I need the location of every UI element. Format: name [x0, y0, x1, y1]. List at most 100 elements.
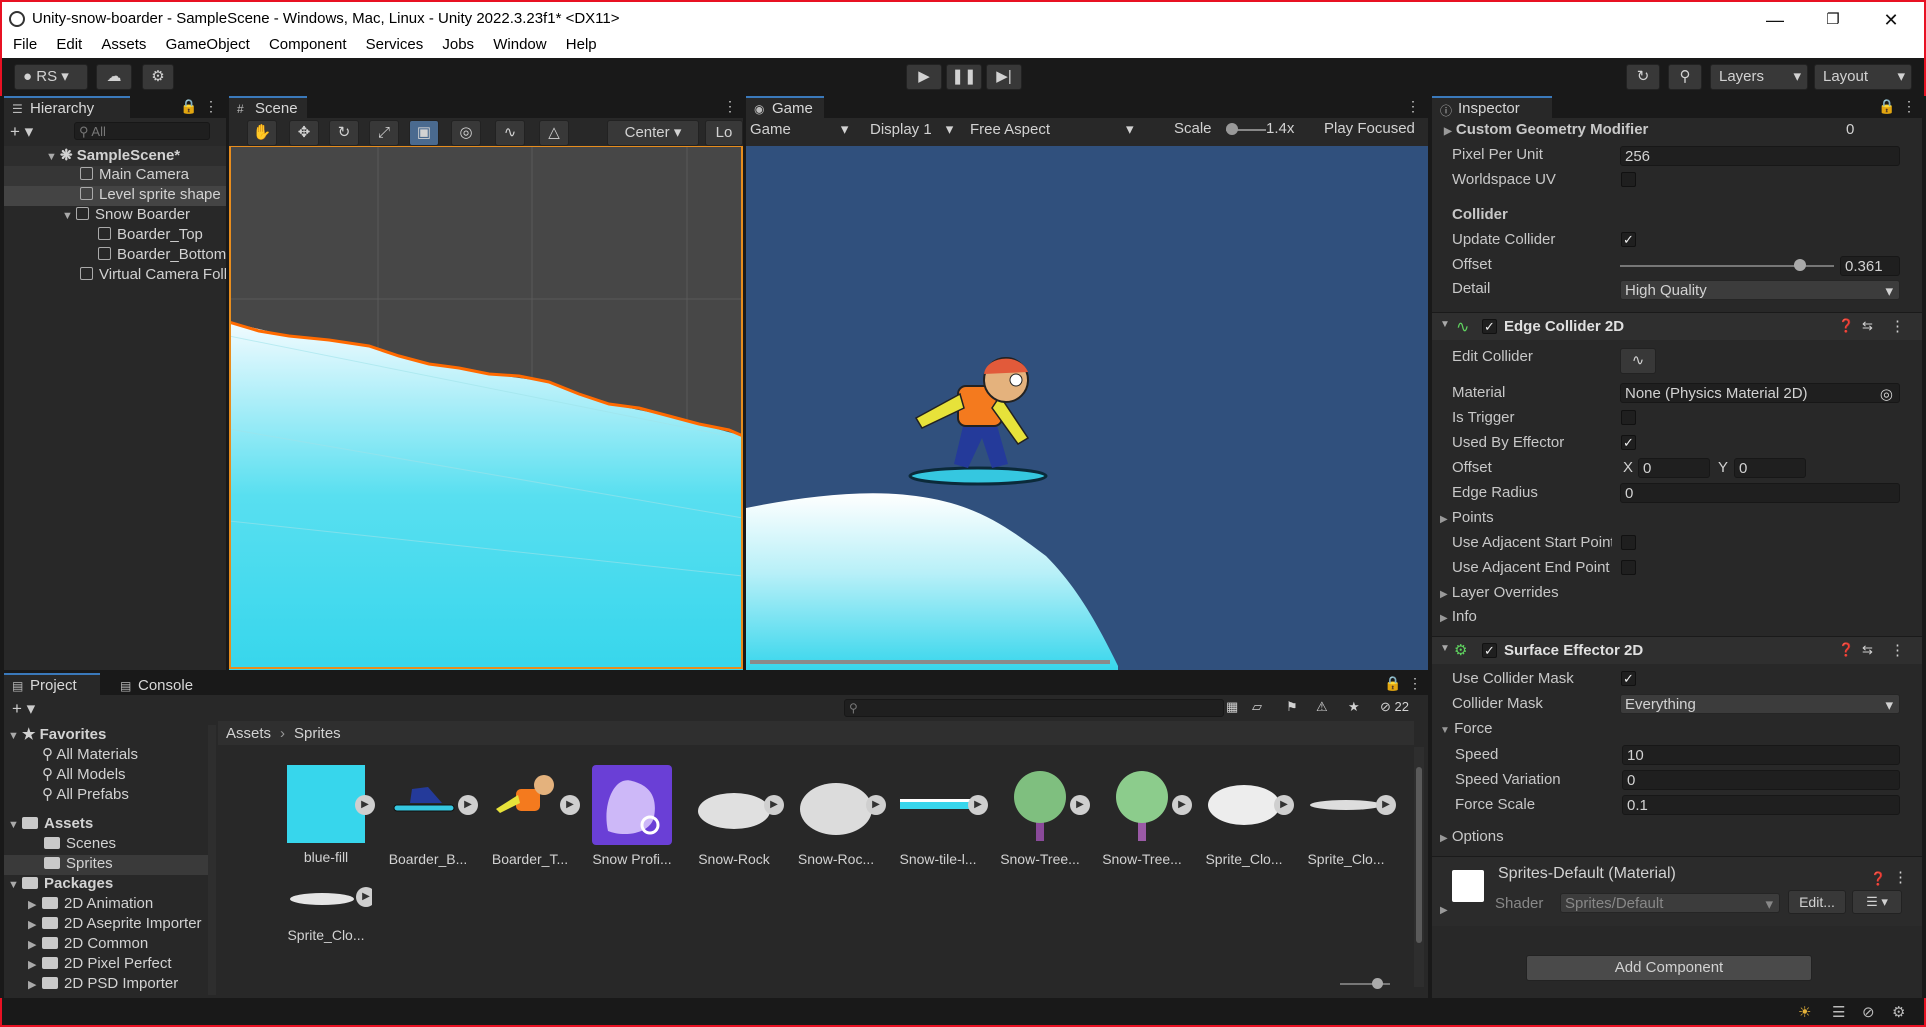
expand-icon[interactable]: ▼	[62, 210, 76, 222]
scene-root[interactable]: ▼ ❋ SampleScene*	[4, 146, 226, 166]
tab-game[interactable]: ◉ Game	[746, 96, 824, 118]
package-item[interactable]: ▶ 2D Aseprite Importer	[28, 915, 202, 935]
force-foldout[interactable]: ▼ Force	[1440, 720, 1492, 742]
help-icon[interactable]: ❓	[1838, 642, 1854, 658]
foldout-icon[interactable]: ▼	[1440, 725, 1450, 736]
expand-icon[interactable]: ▶	[28, 898, 42, 911]
expand-sprite-icon[interactable]: ▶	[1172, 795, 1192, 815]
expand-sprite-icon[interactable]: ▶	[458, 795, 478, 815]
lock-icon[interactable]: 🔒	[1384, 675, 1401, 692]
aspect-dropdown[interactable]: Free Aspect ▾	[970, 120, 1134, 138]
package-item[interactable]: ▶ 2D Common	[28, 935, 148, 955]
favorites-section[interactable]: ▼ ★ Favorites	[8, 725, 106, 745]
menu-jobs[interactable]: Jobs	[442, 34, 474, 53]
preset-icon[interactable]: ⇆	[1862, 318, 1873, 334]
play-focused-dropdown[interactable]: Play Focused	[1324, 120, 1415, 137]
tab-hierarchy[interactable]: ☰ Hierarchy	[4, 96, 130, 118]
menu-file[interactable]: File	[13, 34, 37, 53]
lock-icon[interactable]: 🔒	[1878, 98, 1895, 115]
expand-icon[interactable]: ▼	[8, 730, 22, 742]
worldspace-uv-checkbox[interactable]	[1621, 172, 1636, 187]
warning-icon[interactable]: ⚠	[1316, 699, 1328, 715]
asset-snow-rock-2[interactable]: ▶ Snow-Roc...	[790, 765, 886, 867]
fav-all-materials[interactable]: ⚲ All Materials	[42, 745, 138, 765]
preset-icon[interactable]: ⇆	[1862, 642, 1873, 658]
fav-all-prefabs[interactable]: ⚲ All Prefabs	[42, 785, 129, 805]
space-dropdown[interactable]: Lo	[705, 120, 743, 146]
layers-dropdown[interactable]: Layers ▾	[1710, 64, 1808, 90]
tree-scrollbar[interactable]	[208, 725, 216, 995]
collab-icon[interactable]: ⚙	[142, 64, 174, 90]
more-icon[interactable]: ⋮	[1890, 317, 1905, 335]
foldout-icon[interactable]: ▶	[1440, 905, 1448, 916]
search-by-label-icon[interactable]: ▱	[1252, 699, 1262, 715]
rect-tool-icon[interactable]: ▣	[409, 120, 439, 146]
layout-dropdown[interactable]: Layout ▾	[1814, 64, 1912, 90]
close-icon[interactable]: ✕	[1868, 6, 1914, 34]
adj-start-checkbox[interactable]	[1621, 535, 1636, 550]
account-dropdown[interactable]: ● RS ▾	[14, 64, 88, 90]
expand-icon[interactable]: ▶	[28, 918, 42, 931]
asset-snow-tree-1[interactable]: ▶ Snow-Tree...	[994, 765, 1090, 867]
expand-icon[interactable]: ▶	[28, 958, 42, 971]
force-scale-field[interactable]: 0.1	[1622, 795, 1900, 815]
detail-dropdown[interactable]: High Quality ▾	[1620, 280, 1900, 300]
package-item[interactable]: ▶ 2D Pixel Perfect	[28, 955, 172, 975]
foldout-icon[interactable]: ▶	[1440, 613, 1448, 624]
menu-services[interactable]: Services	[366, 34, 424, 53]
expand-sprite-icon[interactable]: ▶	[356, 887, 372, 907]
custom-geometry-row[interactable]: ▶ Custom Geometry Modifier	[1444, 121, 1648, 143]
edit-collider-icon[interactable]: ∿	[1620, 348, 1656, 374]
offset-slider-thumb[interactable]	[1794, 259, 1806, 271]
tree-item-snow-boarder[interactable]: ▼ Snow Boarder	[4, 206, 226, 226]
game-mode-dropdown[interactable]: Game ▾	[750, 120, 848, 138]
history-icon[interactable]: ↻	[1626, 64, 1660, 90]
speed-field[interactable]: 10	[1622, 745, 1900, 765]
edge-collider-header[interactable]: ▼ ∿ ✓ Edge Collider 2D ❓ ⇆ ⋮	[1432, 312, 1922, 340]
foldout-icon[interactable]: ▶	[1440, 514, 1448, 525]
pixel-per-unit-field[interactable]: 256	[1620, 146, 1900, 166]
adj-end-checkbox[interactable]	[1621, 560, 1636, 575]
foldout-icon[interactable]: ▶	[1440, 589, 1448, 600]
package-item[interactable]: ▶ 2D PSD Importer	[28, 975, 178, 995]
folder-sprites[interactable]: Sprites	[4, 855, 208, 875]
expand-icon[interactable]: ▼	[8, 819, 22, 831]
add-icon[interactable]: + ▾	[10, 122, 33, 142]
expand-icon[interactable]: ▼	[46, 151, 60, 163]
expand-sprite-icon[interactable]: ▶	[866, 795, 886, 815]
network-icon[interactable]: ⊘	[1862, 1003, 1875, 1021]
surface-effector-enabled-checkbox[interactable]: ✓	[1482, 643, 1497, 658]
tab-scene[interactable]: # Scene	[229, 96, 307, 118]
tag-icon[interactable]: ⚑	[1286, 699, 1298, 715]
material-field[interactable]: None (Physics Material 2D) ◎	[1620, 383, 1900, 403]
minimize-icon[interactable]: —	[1752, 6, 1798, 34]
rotate-tool-icon[interactable]: ↻	[329, 120, 359, 146]
add-icon[interactable]: + ▾	[12, 699, 35, 719]
object-picker-icon[interactable]: ◎	[1880, 385, 1893, 402]
play-icon[interactable]: ▶	[906, 64, 942, 90]
update-collider-checkbox[interactable]: ✓	[1621, 232, 1636, 247]
game-viewport[interactable]	[746, 146, 1428, 670]
packages-section[interactable]: ▼ Packages	[8, 875, 113, 895]
hierarchy-search-input[interactable]: ⚲ All	[74, 122, 210, 140]
use-collider-mask-checkbox[interactable]: ✓	[1621, 671, 1636, 686]
menu-gameobject[interactable]: GameObject	[166, 34, 250, 53]
asset-snow-tree-2[interactable]: ▶ Snow-Tree...	[1096, 765, 1192, 867]
shader-options-icon[interactable]: ☰ ▾	[1852, 890, 1902, 914]
cloud-icon[interactable]: ☁	[96, 64, 132, 90]
shape-tool-icon[interactable]: △	[539, 120, 569, 146]
custom-tool-icon[interactable]: ∿	[495, 120, 525, 146]
project-search-input[interactable]: ⚲	[844, 699, 1224, 717]
asset-snow-tile[interactable]: ▶ Snow-tile-l...	[892, 765, 988, 867]
step-icon[interactable]: ▶|	[986, 64, 1022, 90]
asset-boarder-top[interactable]: ▶ Boarder_T...	[484, 765, 580, 867]
expand-icon[interactable]: ▶	[28, 938, 42, 951]
options-foldout[interactable]: ▶ Options	[1440, 828, 1504, 850]
layer-overrides-foldout[interactable]: ▶ Layer Overrides	[1440, 584, 1559, 606]
settings-icon[interactable]: ⚙	[1892, 1003, 1905, 1021]
menu-edit[interactable]: Edit	[56, 34, 82, 53]
thumbnail-size-thumb[interactable]	[1372, 978, 1383, 989]
display-dropdown[interactable]: Display 1 ▾	[870, 120, 953, 138]
tree-item-boarder-bottom[interactable]: Boarder_Bottom	[4, 246, 226, 266]
maximize-icon[interactable]: ❐	[1810, 6, 1856, 34]
